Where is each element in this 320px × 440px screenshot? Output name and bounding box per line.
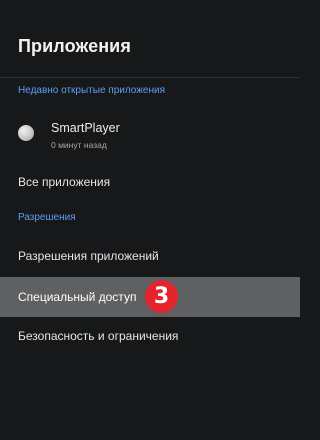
menu-item-app-permissions[interactable]: Разрешения приложений — [0, 237, 300, 275]
page-title: Приложения — [18, 36, 131, 56]
menu-item-label: Все приложения — [18, 175, 111, 189]
section-header-permissions: Разрешения — [18, 212, 76, 223]
app-name: SmartPlayer — [51, 121, 120, 135]
step-number-badge: 3 — [145, 280, 178, 313]
app-disc-icon — [18, 125, 34, 141]
section-header-recent-apps: Недавно открытые приложения — [18, 85, 166, 96]
app-last-opened: 0 минут назад — [51, 140, 107, 150]
menu-item-label: Безопасность и ограничения — [18, 329, 179, 343]
menu-item-all-apps[interactable]: Все приложения — [0, 163, 300, 201]
header-divider — [0, 77, 300, 78]
menu-item-label: Разрешения приложений — [18, 249, 159, 263]
menu-item-security-restrictions[interactable]: Безопасность и ограничения — [0, 317, 300, 355]
recent-app-item-smartplayer[interactable]: SmartPlayer 0 минут назад — [0, 112, 300, 158]
menu-item-label: Специальный доступ — [18, 290, 137, 304]
